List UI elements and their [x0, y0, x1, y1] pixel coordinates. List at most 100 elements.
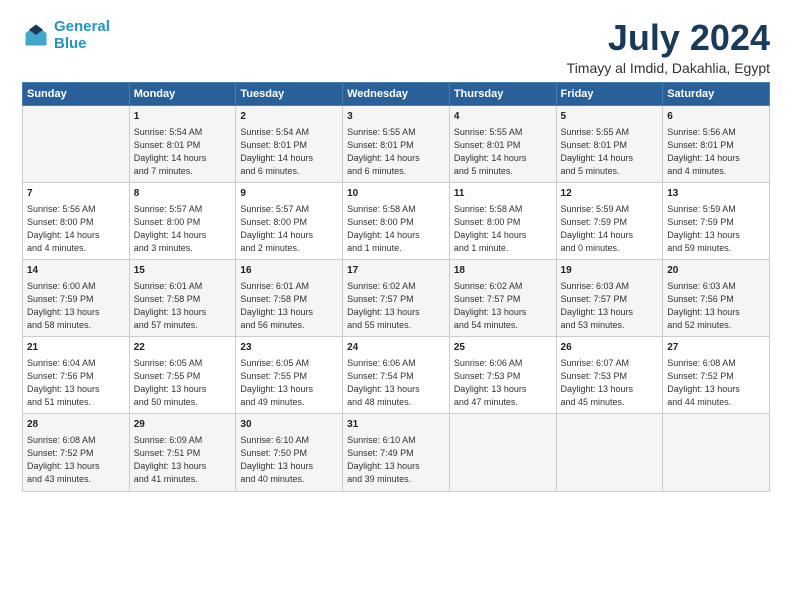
logo-blue: Blue — [54, 35, 87, 52]
calendar-cell: 19 Sunrise: 6:03 AMSunset: 7:57 PMDayligh… — [556, 259, 663, 336]
day-content: Sunrise: 5:55 AMSunset: 8:01 PMDaylight:… — [454, 126, 552, 178]
calendar-cell: 27 Sunrise: 6:08 AMSunset: 7:52 PMDayligh… — [663, 337, 770, 414]
header: General Blue July 2024 Timayy al Imdid, … — [22, 18, 770, 76]
calendar-cell: 11Sunrise: 5:58 AMSunset: 8:00 PMDayligh… — [449, 182, 556, 259]
day-content: Sunrise: 6:06 AMSunset: 7:54 PMDaylight:… — [347, 357, 445, 409]
day-content: Sunrise: 6:10 AMSunset: 7:50 PMDaylight:… — [240, 434, 338, 486]
calendar-cell: 23 Sunrise: 6:05 AMSunset: 7:55 PMDayligh… — [236, 337, 343, 414]
calendar-cell: 17Sunrise: 6:02 AMSunset: 7:57 PMDayligh… — [343, 259, 450, 336]
header-row: Sunday Monday Tuesday Wednesday Thursday… — [23, 82, 770, 105]
calendar-cell: 1 Sunrise: 5:54 AMSunset: 8:01 PMDaylight… — [129, 105, 236, 182]
calendar-cell: 25Sunrise: 6:06 AMSunset: 7:53 PMDayligh… — [449, 337, 556, 414]
day-number: 25 — [454, 341, 552, 355]
day-number: 28 — [27, 418, 125, 432]
calendar-cell: 20 Sunrise: 6:03 AMSunset: 7:56 PMDayligh… — [663, 259, 770, 336]
col-monday: Monday — [129, 82, 236, 105]
day-content: Sunrise: 5:55 AMSunset: 8:01 PMDaylight:… — [347, 126, 445, 178]
calendar-cell — [23, 105, 130, 182]
calendar-cell: 26Sunrise: 6:07 AMSunset: 7:53 PMDayligh… — [556, 337, 663, 414]
day-content: Sunrise: 6:01 AMSunset: 7:58 PMDaylight:… — [134, 280, 232, 332]
page: General Blue July 2024 Timayy al Imdid, … — [0, 0, 792, 612]
day-number: 21 — [27, 341, 125, 355]
day-content: Sunrise: 5:56 AMSunset: 8:00 PMDaylight:… — [27, 203, 125, 255]
day-number: 6 — [667, 110, 765, 124]
calendar-cell: 13 Sunrise: 5:59 AMSunset: 7:59 PMDayligh… — [663, 182, 770, 259]
day-content: Sunrise: 6:08 AMSunset: 7:52 PMDaylight:… — [667, 357, 765, 409]
day-content: Sunrise: 6:09 AMSunset: 7:51 PMDaylight:… — [134, 434, 232, 486]
col-wednesday: Wednesday — [343, 82, 450, 105]
logo-general: General — [54, 18, 110, 35]
calendar-header: Sunday Monday Tuesday Wednesday Thursday… — [23, 82, 770, 105]
calendar-cell: 7 Sunrise: 5:56 AMSunset: 8:00 PMDaylight… — [23, 182, 130, 259]
calendar-cell: 8 Sunrise: 5:57 AMSunset: 8:00 PMDaylight… — [129, 182, 236, 259]
day-content: Sunrise: 6:01 AMSunset: 7:58 PMDaylight:… — [240, 280, 338, 332]
calendar-cell: 30 Sunrise: 6:10 AMSunset: 7:50 PMDayligh… — [236, 414, 343, 491]
day-content: Sunrise: 6:03 AMSunset: 7:57 PMDaylight:… — [561, 280, 659, 332]
day-number: 30 — [240, 418, 338, 432]
day-number: 22 — [134, 341, 232, 355]
day-content: Sunrise: 6:05 AMSunset: 7:55 PMDaylight:… — [134, 357, 232, 409]
day-content: Sunrise: 5:57 AMSunset: 8:00 PMDaylight:… — [134, 203, 232, 255]
col-saturday: Saturday — [663, 82, 770, 105]
calendar-cell: 4Sunrise: 5:55 AMSunset: 8:01 PMDaylight… — [449, 105, 556, 182]
day-content: Sunrise: 6:03 AMSunset: 7:56 PMDaylight:… — [667, 280, 765, 332]
calendar-week-2: 7 Sunrise: 5:56 AMSunset: 8:00 PMDaylight… — [23, 182, 770, 259]
day-number: 24 — [347, 341, 445, 355]
day-number: 13 — [667, 187, 765, 201]
day-number: 2 — [240, 110, 338, 124]
title-block: July 2024 Timayy al Imdid, Dakahlia, Egy… — [567, 18, 770, 76]
logo-text: General Blue — [54, 18, 110, 53]
day-content: Sunrise: 6:05 AMSunset: 7:55 PMDaylight:… — [240, 357, 338, 409]
day-content: Sunrise: 5:54 AMSunset: 8:01 PMDaylight:… — [134, 126, 232, 178]
day-content: Sunrise: 5:59 AMSunset: 7:59 PMDaylight:… — [561, 203, 659, 255]
calendar-cell: 3 Sunrise: 5:55 AMSunset: 8:01 PMDaylight… — [343, 105, 450, 182]
day-number: 23 — [240, 341, 338, 355]
day-content: Sunrise: 5:58 AMSunset: 8:00 PMDaylight:… — [347, 203, 445, 255]
calendar-cell: 10 Sunrise: 5:58 AMSunset: 8:00 PMDayligh… — [343, 182, 450, 259]
calendar-cell: 16Sunrise: 6:01 AMSunset: 7:58 PMDayligh… — [236, 259, 343, 336]
calendar-cell: 5 Sunrise: 5:55 AMSunset: 8:01 PMDaylight… — [556, 105, 663, 182]
day-number: 3 — [347, 110, 445, 124]
day-number: 19 — [561, 264, 659, 278]
calendar-cell: 12 Sunrise: 5:59 AMSunset: 7:59 PMDayligh… — [556, 182, 663, 259]
col-thursday: Thursday — [449, 82, 556, 105]
day-content: Sunrise: 6:08 AMSunset: 7:52 PMDaylight:… — [27, 434, 125, 486]
main-title: July 2024 — [567, 18, 770, 58]
day-content: Sunrise: 5:54 AMSunset: 8:01 PMDaylight:… — [240, 126, 338, 178]
day-content: Sunrise: 6:07 AMSunset: 7:53 PMDaylight:… — [561, 357, 659, 409]
day-content: Sunrise: 5:56 AMSunset: 8:01 PMDaylight:… — [667, 126, 765, 178]
calendar-cell: 28 Sunrise: 6:08 AMSunset: 7:52 PMDayligh… — [23, 414, 130, 491]
calendar-cell: 9 Sunrise: 5:57 AMSunset: 8:00 PMDaylight… — [236, 182, 343, 259]
day-number: 10 — [347, 187, 445, 201]
col-sunday: Sunday — [23, 82, 130, 105]
calendar-cell: 21Sunrise: 6:04 AMSunset: 7:56 PMDayligh… — [23, 337, 130, 414]
logo-icon — [22, 21, 50, 49]
logo: General Blue — [22, 18, 110, 53]
calendar-cell: 2 Sunrise: 5:54 AMSunset: 8:01 PMDaylight… — [236, 105, 343, 182]
day-content: Sunrise: 5:57 AMSunset: 8:00 PMDaylight:… — [240, 203, 338, 255]
day-number: 31 — [347, 418, 445, 432]
day-number: 12 — [561, 187, 659, 201]
calendar-body: 1 Sunrise: 5:54 AMSunset: 8:01 PMDaylight… — [23, 105, 770, 491]
calendar-week-4: 21Sunrise: 6:04 AMSunset: 7:56 PMDayligh… — [23, 337, 770, 414]
day-number: 29 — [134, 418, 232, 432]
calendar-cell: 29 Sunrise: 6:09 AMSunset: 7:51 PMDayligh… — [129, 414, 236, 491]
calendar-cell: 14Sunrise: 6:00 AMSunset: 7:59 PMDayligh… — [23, 259, 130, 336]
day-number: 27 — [667, 341, 765, 355]
day-number: 8 — [134, 187, 232, 201]
day-number: 9 — [240, 187, 338, 201]
day-number: 5 — [561, 110, 659, 124]
day-number: 20 — [667, 264, 765, 278]
day-content: Sunrise: 6:00 AMSunset: 7:59 PMDaylight:… — [27, 280, 125, 332]
day-number: 17 — [347, 264, 445, 278]
day-content: Sunrise: 5:59 AMSunset: 7:59 PMDaylight:… — [667, 203, 765, 255]
col-tuesday: Tuesday — [236, 82, 343, 105]
calendar-cell — [663, 414, 770, 491]
day-content: Sunrise: 6:10 AMSunset: 7:49 PMDaylight:… — [347, 434, 445, 486]
day-number: 1 — [134, 110, 232, 124]
calendar-cell: 18Sunrise: 6:02 AMSunset: 7:57 PMDayligh… — [449, 259, 556, 336]
day-number: 18 — [454, 264, 552, 278]
day-content: Sunrise: 5:55 AMSunset: 8:01 PMDaylight:… — [561, 126, 659, 178]
calendar-cell — [556, 414, 663, 491]
day-number: 7 — [27, 187, 125, 201]
